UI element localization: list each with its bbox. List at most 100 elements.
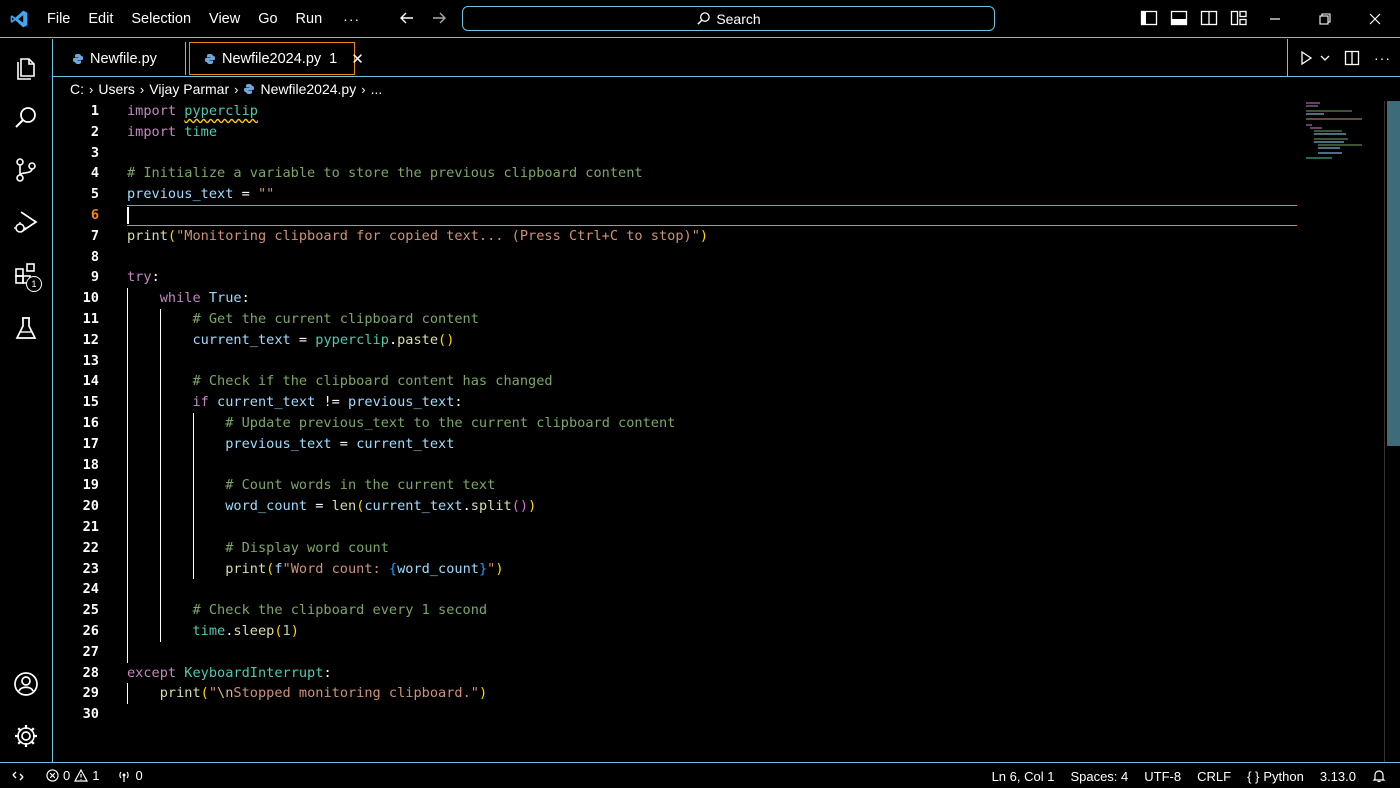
code-line[interactable]: 5 previous_text = "" xyxy=(53,184,1298,205)
end-of-line[interactable]: CRLF xyxy=(1189,763,1239,788)
code-line[interactable]: 8 xyxy=(53,247,1298,268)
code-line[interactable]: 14 # Check if the clipboard content has … xyxy=(53,371,1298,392)
back-arrow-icon[interactable] xyxy=(398,9,416,27)
explorer-icon[interactable] xyxy=(0,43,52,91)
line-number: 6 xyxy=(90,207,99,223)
code-line[interactable]: 11 # Get the current clipboard content xyxy=(53,309,1298,330)
menu-more-button[interactable]: ··· xyxy=(331,0,372,38)
menu-edit[interactable]: Edit xyxy=(79,0,122,38)
ports-indicator[interactable]: 0 xyxy=(117,763,143,788)
code-line[interactable]: 13 xyxy=(53,351,1298,372)
command-center-search[interactable]: Search xyxy=(462,6,995,31)
code-line[interactable]: 30 xyxy=(53,704,1298,725)
breadcrumb-users[interactable]: Users xyxy=(98,81,135,97)
close-window-icon[interactable] xyxy=(1350,0,1400,38)
code-line[interactable]: 19 # Count words in the current text xyxy=(53,475,1298,496)
line-number: 2 xyxy=(90,123,99,140)
language-mode[interactable]: { } Python xyxy=(1239,763,1312,788)
minimap[interactable] xyxy=(1302,101,1392,161)
code-token: : xyxy=(241,290,250,307)
chevron-down-icon[interactable] xyxy=(1320,53,1330,63)
code-line[interactable]: 25 # Check the clipboard every 1 second xyxy=(53,600,1298,621)
code-token: # Check if the clipboard content has cha… xyxy=(192,373,553,390)
manage-gear-icon[interactable] xyxy=(0,712,52,760)
scrollbar-thumb[interactable] xyxy=(1387,101,1400,446)
breadcrumb-drive[interactable]: C: xyxy=(70,81,84,97)
code-line[interactable]: 10 while True: xyxy=(53,288,1298,309)
tab-newfile[interactable]: Newfile.py xyxy=(58,42,186,75)
run-and-debug-icon[interactable] xyxy=(0,198,52,246)
customize-layout-icon[interactable] xyxy=(1230,9,1248,27)
code-token: "Word count: xyxy=(282,560,389,577)
code-token: import xyxy=(127,103,177,119)
testing-flask-icon[interactable] xyxy=(0,304,52,352)
problems-indicator[interactable]: 0 1 xyxy=(46,763,99,788)
run-python-file-icon[interactable] xyxy=(1298,50,1314,66)
minimize-icon[interactable] xyxy=(1250,0,1300,38)
code-line[interactable]: 3 xyxy=(53,143,1298,164)
source-control-icon[interactable] xyxy=(0,146,52,194)
code-token: "" xyxy=(257,186,275,203)
indentation[interactable]: Spaces: 4 xyxy=(1062,763,1136,788)
code-line[interactable]: 20 word_count = len(current_text.split()… xyxy=(53,496,1298,517)
code-line[interactable]: 2 import time xyxy=(53,122,1298,143)
menu-file[interactable]: File xyxy=(38,0,79,38)
code-token: print xyxy=(159,685,201,702)
code-line[interactable]: 16 # Update previous_text to the current… xyxy=(53,413,1298,434)
remote-indicator-icon[interactable] xyxy=(0,763,36,788)
menu-run[interactable]: Run xyxy=(287,0,332,38)
breadcrumb-symbols[interactable]: ... xyxy=(371,81,383,97)
code-line[interactable]: 29 print("\nStopped monitoring clipboard… xyxy=(53,683,1298,704)
code-line[interactable]: 21 xyxy=(53,517,1298,538)
code-text: # Update previous_text to the current cl… xyxy=(127,413,675,434)
more-actions-icon[interactable]: ··· xyxy=(1374,50,1391,66)
python-interpreter[interactable]: 3.13.0 xyxy=(1312,763,1364,788)
code-line[interactable]: 18 xyxy=(53,455,1298,476)
code-line[interactable]: 28 except KeyboardInterrupt: xyxy=(53,663,1298,684)
menu-selection[interactable]: Selection xyxy=(122,0,200,38)
toggle-primary-sidebar-icon[interactable] xyxy=(1140,9,1158,27)
toggle-panel-icon[interactable] xyxy=(1170,9,1188,27)
tab-newfile2024[interactable]: Newfile2024.py 1 ✕ xyxy=(189,42,364,75)
file-encoding[interactable]: UTF-8 xyxy=(1136,763,1189,788)
ports-count: 0 xyxy=(135,768,143,783)
code-line[interactable]: 7 print("Monitoring clipboard for copied … xyxy=(53,226,1298,247)
code-token: " xyxy=(208,685,218,702)
code-editor[interactable]: 1 import pyperclip 2 import time 3 4 # Initial… xyxy=(53,101,1400,762)
toggle-secondary-sidebar-icon[interactable] xyxy=(1200,9,1218,27)
code-line[interactable]: 4 # Initialize a variable to store the pr… xyxy=(53,163,1298,184)
code-line[interactable]: 12 current_text = pyperclip.paste() xyxy=(53,330,1298,351)
code-line[interactable]: 1 import pyperclip xyxy=(53,101,1298,122)
code-line[interactable]: 9 try: xyxy=(53,267,1298,288)
code-line[interactable]: 6 xyxy=(53,205,1298,226)
forward-arrow-icon[interactable] xyxy=(430,9,448,27)
code-line[interactable]: 27 xyxy=(53,642,1298,663)
code-line[interactable]: 26 time.sleep(1) xyxy=(53,621,1298,642)
code-text: # Initialize a variable to store the pre… xyxy=(127,163,643,184)
code-line[interactable]: 15 if current_text != previous_text: xyxy=(53,392,1298,413)
breadcrumb-user-folder[interactable]: Vijay Parmar xyxy=(149,81,229,97)
menu-view[interactable]: View xyxy=(200,0,249,38)
code-text: print("\nStopped monitoring clipboard.") xyxy=(127,683,487,704)
extensions-icon[interactable]: 1 xyxy=(0,250,52,298)
accounts-icon[interactable] xyxy=(0,660,52,708)
line-number: 7 xyxy=(90,227,99,244)
code-line[interactable]: 22 # Display word count xyxy=(53,538,1298,559)
tab-close-icon[interactable]: ✕ xyxy=(351,50,364,68)
breadcrumb-file[interactable]: Newfile2024.py xyxy=(260,81,356,97)
menu-bar: File Edit Selection View Go Run ··· xyxy=(38,0,372,38)
line-number: 22 xyxy=(82,539,99,556)
notifications-bell-icon[interactable] xyxy=(1364,763,1400,788)
search-view-icon[interactable] xyxy=(0,94,52,142)
code-line[interactable]: 23 print(f"Word count: {word_count}") xyxy=(53,559,1298,580)
code-token: sleep xyxy=(233,623,275,639)
split-editor-icon[interactable] xyxy=(1344,50,1360,66)
vertical-scrollbar[interactable] xyxy=(1384,101,1400,762)
restore-icon[interactable] xyxy=(1300,0,1350,38)
menu-go[interactable]: Go xyxy=(249,0,286,38)
code-line[interactable]: 17 previous_text = current_text xyxy=(53,434,1298,455)
code-line[interactable]: 24 xyxy=(53,579,1298,600)
cursor-position[interactable]: Ln 6, Col 1 xyxy=(984,763,1063,788)
